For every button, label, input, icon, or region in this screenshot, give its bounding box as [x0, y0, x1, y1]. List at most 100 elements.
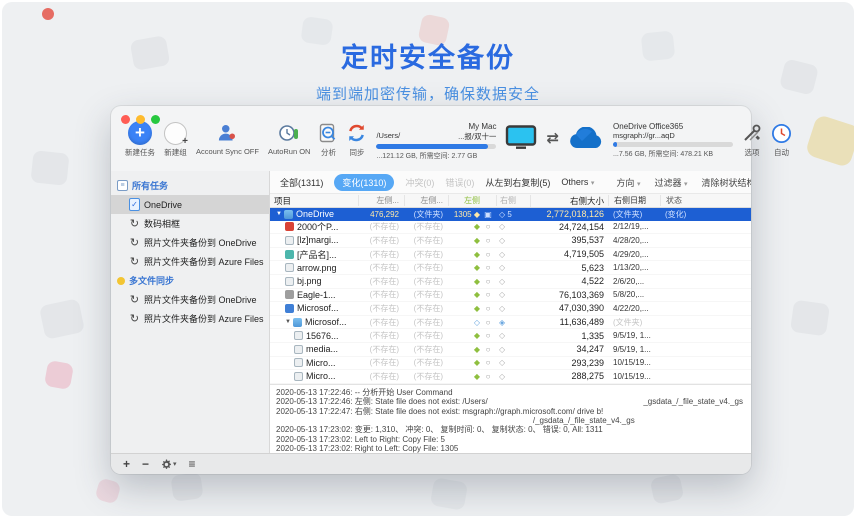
table-row[interactable]: Micro...(不存在)(不存在)◆○◇288,27510/15/19...	[270, 370, 751, 384]
sidebar-item-label: 照片文件夹备份到 Azure Files	[144, 312, 264, 325]
sidebar-item[interactable]: ✓OneDrive	[111, 195, 269, 214]
account-sync-button[interactable]: Account Sync OFF	[196, 121, 259, 156]
filter-tab[interactable]: 全部(1311)	[280, 176, 323, 189]
filter-tab[interactable]: 冲突(0)	[405, 176, 434, 189]
left-size-cell: (不存在)	[358, 344, 404, 355]
doc-file-icon	[285, 304, 294, 313]
sidebar-item[interactable]: ↻照片文件夹备份到 Azure Files	[111, 252, 269, 271]
left-date-cell: (不存在)	[404, 276, 448, 287]
right-usage: ...7.56 GB, 所需空间: 478.21 KB	[613, 149, 733, 159]
column-header[interactable]: 左侧...	[404, 195, 448, 206]
table-row[interactable]: ▼OneDrive476,292(文件夹)1305 ◆▣◇ 52,772,018…	[270, 208, 751, 221]
account-icon	[217, 121, 237, 145]
page-subtitle: 端到端加密传输，确保数据安全	[2, 83, 854, 104]
image-file-icon	[294, 345, 303, 354]
log-panel: 2020-05-13 17:22:46: -- 分析开始 User Comman…	[270, 384, 751, 453]
log-line: 2020-05-13 17:23:02: 变更: 1,310、 冲突: 0、 复…	[276, 425, 743, 434]
right-folder-panel[interactable]: OneDrive Office365 msgraph://gr...aqD ..…	[613, 122, 733, 159]
table-row[interactable]: ▼Microsof...(不存在)(不存在)◇○◈11,636,489(文件夹)	[270, 316, 751, 330]
decor-pink-icon	[44, 360, 74, 390]
column-header[interactable]: 左侧	[448, 195, 480, 206]
no-sync-icon: ○	[480, 277, 496, 286]
right-date-cell: (文件夹)	[608, 317, 660, 328]
sidebar-item[interactable]: ↻数码相框	[111, 214, 269, 233]
column-header[interactable]: 右侧	[496, 195, 530, 206]
left-size-cell: (不存在)	[358, 289, 404, 300]
video-file-icon	[285, 222, 294, 231]
tab-action[interactable]: 清除树状结构图	[701, 176, 751, 189]
filter-tab[interactable]: 错误(0)	[445, 176, 474, 189]
table-row[interactable]: Eagle-1...(不存在)(不存在)◆○◇76,103,3695/8/20,…	[270, 289, 751, 303]
filter-tab[interactable]: 变化(1310)	[334, 174, 394, 191]
column-header[interactable]: 右侧大小	[530, 195, 608, 207]
filter-tab[interactable]: Others ▾	[561, 177, 594, 187]
right-direction-icon: ◇	[496, 358, 530, 367]
sync-button[interactable]: 同步	[346, 121, 367, 158]
column-header[interactable]: 右侧日期	[608, 195, 660, 206]
right-size-cell: 288,275	[530, 371, 608, 381]
new-group-button[interactable]: 新建组	[164, 121, 187, 158]
table-row[interactable]: [lz]margi...(不存在)(不存在)◆○◇395,5374/28/20,…	[270, 234, 751, 248]
expander-icon[interactable]: ▼	[285, 319, 291, 325]
options-button[interactable]: 选项	[742, 121, 762, 158]
file-name: Microsof...	[297, 303, 339, 313]
left-direction-icon: ◆	[448, 263, 480, 272]
analyze-button[interactable]: 分析	[319, 121, 337, 158]
sidebar-group[interactable]: 多文件同步	[111, 271, 269, 290]
list-view-button[interactable]: ≡	[189, 457, 196, 471]
table-row[interactable]: 15676...(不存在)(不存在)◆○◇1,3359/5/19, 1...	[270, 329, 751, 343]
left-date-cell: (不存在)	[404, 221, 448, 232]
right-size-cell: 34,247	[530, 344, 608, 354]
settings-gear-button[interactable]: ▾	[161, 459, 177, 470]
new-task-button[interactable]: + 新建任务	[125, 121, 155, 158]
no-sync-icon: ○	[480, 250, 496, 259]
status-cell: (变化)	[660, 209, 751, 220]
file-name: Micro...	[306, 358, 336, 368]
sidebar-item[interactable]: ↻照片文件夹备份到 Azure Files	[111, 309, 269, 328]
sidebar-item-label: 照片文件夹备份到 Azure Files	[144, 255, 264, 268]
minimize-button[interactable]	[136, 115, 145, 124]
right-date-cell: 4/29/20,...	[608, 250, 660, 259]
sidebar-item[interactable]: ↻照片文件夹备份到 OneDrive	[111, 233, 269, 252]
auto-button[interactable]: 自动	[771, 121, 792, 158]
column-header[interactable]: 项目	[270, 195, 358, 207]
right-size-cell: 4,522	[530, 276, 608, 286]
autorun-button[interactable]: AutoRun ON	[268, 121, 311, 156]
no-sync-icon: ○	[480, 358, 496, 367]
table-row[interactable]: Micro...(不存在)(不存在)◆○◇293,23910/15/19...	[270, 357, 751, 371]
right-size-cell: 2,772,018,126	[530, 209, 608, 219]
left-direction-icon: ◆	[448, 222, 480, 231]
file-name: bj.png	[297, 276, 322, 286]
filter-tabbar: 全部(1311) 变化(1310) 冲突(0) 错误(0) 从左到右复制(5) Other…	[270, 171, 751, 193]
analyze-label: 分析	[321, 147, 336, 158]
left-date-cell: (不存在)	[404, 317, 448, 328]
decor-icon	[30, 150, 69, 186]
fullscreen-button[interactable]	[151, 115, 160, 124]
page-background: 定时安全备份 端到端加密传输，确保数据安全 + 新建任务 新建组 Account…	[2, 2, 854, 516]
add-task-button[interactable]: +	[123, 457, 130, 471]
column-header[interactable]: 状态	[660, 195, 751, 206]
table-row[interactable]: arrow.png(不存在)(不存在)◆○◇5,6231/13/20,...	[270, 261, 751, 275]
filter-tab[interactable]: 从左到右复制(5)	[485, 176, 550, 189]
table-row[interactable]: Microsof...(不存在)(不存在)◆○◇47,030,3904/22/2…	[270, 302, 751, 316]
close-button[interactable]	[121, 115, 130, 124]
table-row[interactable]: media...(不存在)(不存在)◆○◇34,2479/5/19, 1...	[270, 343, 751, 357]
remove-task-button[interactable]: −	[142, 457, 149, 471]
autorun-label: AutoRun ON	[268, 147, 311, 156]
expander-icon[interactable]: ▼	[276, 211, 282, 217]
table-row[interactable]: 2000个P...(不存在)(不存在)◆○◇24,724,1542/12/19,…	[270, 221, 751, 235]
window-footer: + − ▾ ≡	[111, 453, 751, 474]
left-folder-panel[interactable]: My Mac /Users/ ...报/双十一 ...121.12 GB, 所需…	[376, 122, 496, 161]
right-progress-bar	[613, 142, 733, 147]
tab-action[interactable]: 过滤器 ▾	[654, 176, 687, 189]
tab-action[interactable]: 方向 ▾	[616, 176, 640, 189]
sidebar-group[interactable]: ≡所有任务	[111, 176, 269, 195]
table-row[interactable]: [产品名]...(不存在)(不存在)◆○◇4,719,5054/29/20,..…	[270, 248, 751, 262]
column-header[interactable]: 左侧...	[358, 195, 404, 206]
table-row[interactable]: bj.png(不存在)(不存在)◆○◇4,5222/6/20,...	[270, 275, 751, 289]
left-device-name: My Mac	[376, 122, 496, 131]
chevron-down-icon: ▾	[684, 181, 688, 188]
sidebar-item[interactable]: ↻照片文件夹备份到 OneDrive	[111, 290, 269, 309]
file-name: Eagle-1...	[297, 290, 336, 300]
right-direction-icon: ◇	[496, 345, 530, 354]
